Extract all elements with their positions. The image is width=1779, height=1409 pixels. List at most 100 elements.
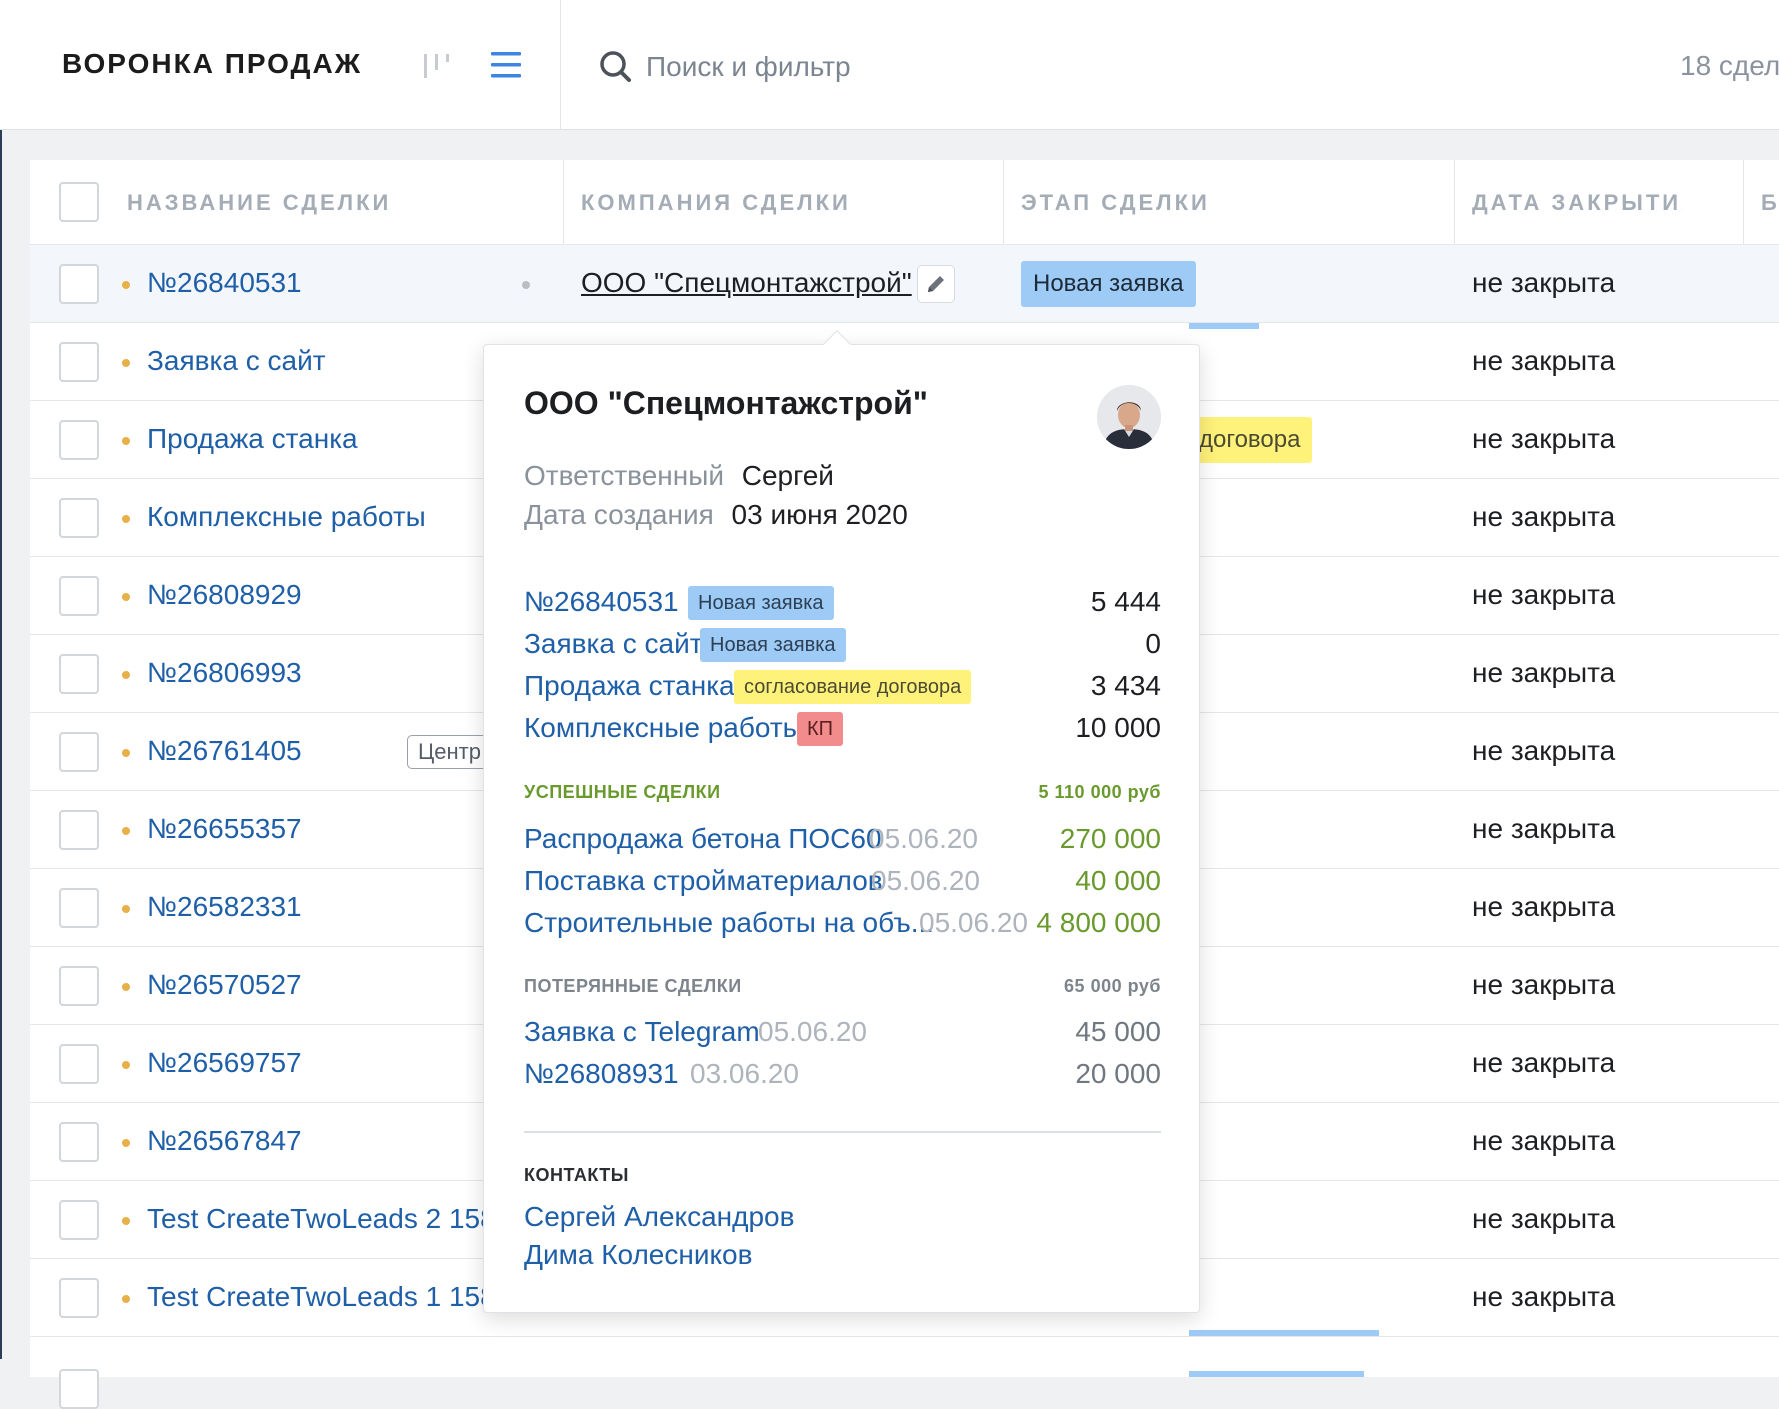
deal-link[interactable]: №26840531 xyxy=(524,586,679,618)
deal-name-link[interactable]: №26761405 xyxy=(147,735,302,767)
row-checkbox[interactable] xyxy=(59,966,99,1006)
deals-count: 18 сделок xyxy=(1680,50,1779,81)
deal-link[interactable]: Заявка с сайт xyxy=(524,628,703,660)
deal-name-link[interactable]: №26582331 xyxy=(147,891,302,923)
deal-link[interactable]: Продажа станка xyxy=(524,670,735,702)
column-header-budget[interactable]: Б xyxy=(1761,160,1779,245)
deal-amount: 5 444 xyxy=(1090,586,1161,617)
search-icon xyxy=(600,51,631,82)
table-row[interactable] xyxy=(30,1337,1779,1409)
deal-name-link[interactable]: №26569757 xyxy=(147,1047,302,1079)
deal-amount: 270 000 xyxy=(1059,823,1161,854)
company-deal[interactable]: №26840531 Новая заявка 5 444 xyxy=(524,582,1161,622)
created-label: Дата создания xyxy=(524,499,714,530)
column-header-name[interactable]: НАЗВАНИЕ СДЕЛКИ xyxy=(127,160,557,245)
column-header-company[interactable]: КОМПАНИЯ СДЕЛКИ xyxy=(581,160,1001,245)
deal-date: 05.06.20 xyxy=(919,907,1028,938)
deal-name-link[interactable]: Test CreateTwoLeads 2 158 xyxy=(147,1203,496,1235)
lost-deal[interactable]: №26808931 03.06.20 20 000 xyxy=(524,1054,1161,1094)
search-input[interactable] xyxy=(646,51,1166,83)
close-date: не закрыта xyxy=(1472,579,1616,610)
deal-name-link[interactable]: №26655357 xyxy=(147,813,302,845)
deal-link[interactable]: Заявка с Telegram xyxy=(524,1016,760,1048)
column-separator xyxy=(1743,160,1744,245)
stage-badge-edge xyxy=(1189,323,1259,329)
row-checkbox[interactable] xyxy=(59,1122,99,1162)
row-checkbox[interactable] xyxy=(59,888,99,928)
company-deal[interactable]: Комплексные работы КП 10 000 xyxy=(524,708,1161,748)
row-checkbox[interactable] xyxy=(59,732,99,772)
deal-name-link[interactable]: Комплексные работы xyxy=(147,501,426,533)
close-date: не закрыта xyxy=(1472,735,1616,766)
deal-amount: 45 000 xyxy=(1075,1016,1161,1047)
select-all-checkbox[interactable] xyxy=(59,182,99,222)
row-checkbox[interactable] xyxy=(59,1369,99,1409)
deal-link[interactable]: Поставка стройматериалов xyxy=(524,865,883,897)
deal-status-dot xyxy=(122,1139,130,1147)
deal-name-link[interactable]: №26840531 xyxy=(147,267,302,299)
close-date: не закрыта xyxy=(1472,1281,1616,1312)
list-view-icon[interactable] xyxy=(488,48,524,82)
deal-name-link[interactable]: №26808929 xyxy=(147,579,302,611)
deal-name-link[interactable]: Test CreateTwoLeads 1 158 xyxy=(147,1281,496,1313)
column-header-stage[interactable]: ЭТАП СДЕЛКИ xyxy=(1021,160,1441,245)
deal-name-link[interactable]: №26567847 xyxy=(147,1125,302,1157)
stage-badge: Новая заявка xyxy=(688,586,834,620)
deal-amount: 10 000 xyxy=(1075,712,1161,743)
deal-link[interactable]: Распродажа бетона ПОС60 xyxy=(524,823,882,855)
stage-badge-edge xyxy=(1189,1371,1364,1377)
page-title: ВОРОНКА ПРОДАЖ xyxy=(62,48,363,79)
row-checkbox[interactable] xyxy=(59,654,99,694)
row-checkbox[interactable] xyxy=(59,342,99,382)
avatar[interactable] xyxy=(1097,385,1161,449)
deal-date: 03.06.20 xyxy=(690,1058,799,1089)
deal-status-dot xyxy=(122,1061,130,1069)
responsible-row: Ответственный Сергей xyxy=(524,460,834,492)
row-checkbox[interactable] xyxy=(59,576,99,616)
row-checkbox[interactable] xyxy=(59,1278,99,1318)
deal-status-dot xyxy=(122,827,130,835)
deal-name-link[interactable]: №26806993 xyxy=(147,657,302,689)
deal-date: 05.06.20 xyxy=(758,1016,867,1047)
won-deals-total: 5 110 000 руб xyxy=(1038,782,1161,802)
deal-link[interactable]: Строительные работы на объ... xyxy=(524,907,934,939)
edit-company-button[interactable] xyxy=(917,265,955,303)
row-checkbox[interactable] xyxy=(59,264,99,304)
deal-name-link[interactable]: Заявка с сайт xyxy=(147,345,326,377)
close-date: не закрыта xyxy=(1472,969,1616,1000)
deal-name-link[interactable]: Продажа станка xyxy=(147,423,358,455)
company-deal[interactable]: Продажа станка согласование договора 3 4… xyxy=(524,666,1161,706)
top-bar: ВОРОНКА ПРОДАЖ 18 сделок xyxy=(0,0,1779,130)
lost-deal[interactable]: Заявка с Telegram 05.06.20 45 000 xyxy=(524,1012,1161,1052)
close-date: не закрыта xyxy=(1472,267,1616,298)
table-row[interactable]: №26840531 ООО "Спецмонтажстрой" Новая за… xyxy=(30,245,1779,323)
row-checkbox[interactable] xyxy=(59,1044,99,1084)
deal-link[interactable]: Комплексные работы xyxy=(524,712,803,744)
pipeline-view-icon[interactable] xyxy=(420,48,456,84)
stage-badge-edge xyxy=(1189,1330,1379,1336)
contact-link[interactable]: Дима Колесников xyxy=(524,1239,753,1271)
row-checkbox[interactable] xyxy=(59,810,99,850)
column-header-close-date[interactable]: ДАТА ЗАКРЫТИЯ xyxy=(1472,160,1682,245)
contacts-header: КОНТАКТЫ xyxy=(524,1165,629,1185)
close-date: не закрыта xyxy=(1472,813,1616,844)
won-deal[interactable]: Поставка стройматериалов 05.06.20 40 000 xyxy=(524,861,1161,901)
company-link[interactable]: ООО "Спецмонтажстрой" xyxy=(581,267,912,299)
search-box[interactable] xyxy=(598,45,1166,89)
row-checkbox[interactable] xyxy=(59,498,99,538)
contact-link[interactable]: Сергей Александров xyxy=(524,1201,795,1233)
row-checkbox[interactable] xyxy=(59,420,99,460)
won-deals-header: УСПЕШНЫЕ СДЕЛКИ 5 110 000 руб xyxy=(524,782,1161,804)
row-checkbox[interactable] xyxy=(59,1200,99,1240)
stage-badge[interactable]: договора xyxy=(1189,417,1313,463)
won-deal[interactable]: Распродажа бетона ПОС60 05.06.20 270 000 xyxy=(524,819,1161,859)
stage-badge: КП xyxy=(797,712,844,746)
company-deal[interactable]: Заявка с сайт Новая заявка 0 xyxy=(524,624,1161,664)
responsible-value[interactable]: Сергей xyxy=(742,460,834,491)
deal-name-link[interactable]: №26570527 xyxy=(147,969,302,1001)
popover-divider xyxy=(524,1131,1161,1133)
won-deal[interactable]: Строительные работы на объ... 05.06.20 4… xyxy=(524,903,1161,943)
stage-badge[interactable]: Новая заявка xyxy=(1021,261,1196,307)
deal-link[interactable]: №26808931 xyxy=(524,1058,679,1090)
deal-tag[interactable]: Центр xyxy=(407,735,492,769)
